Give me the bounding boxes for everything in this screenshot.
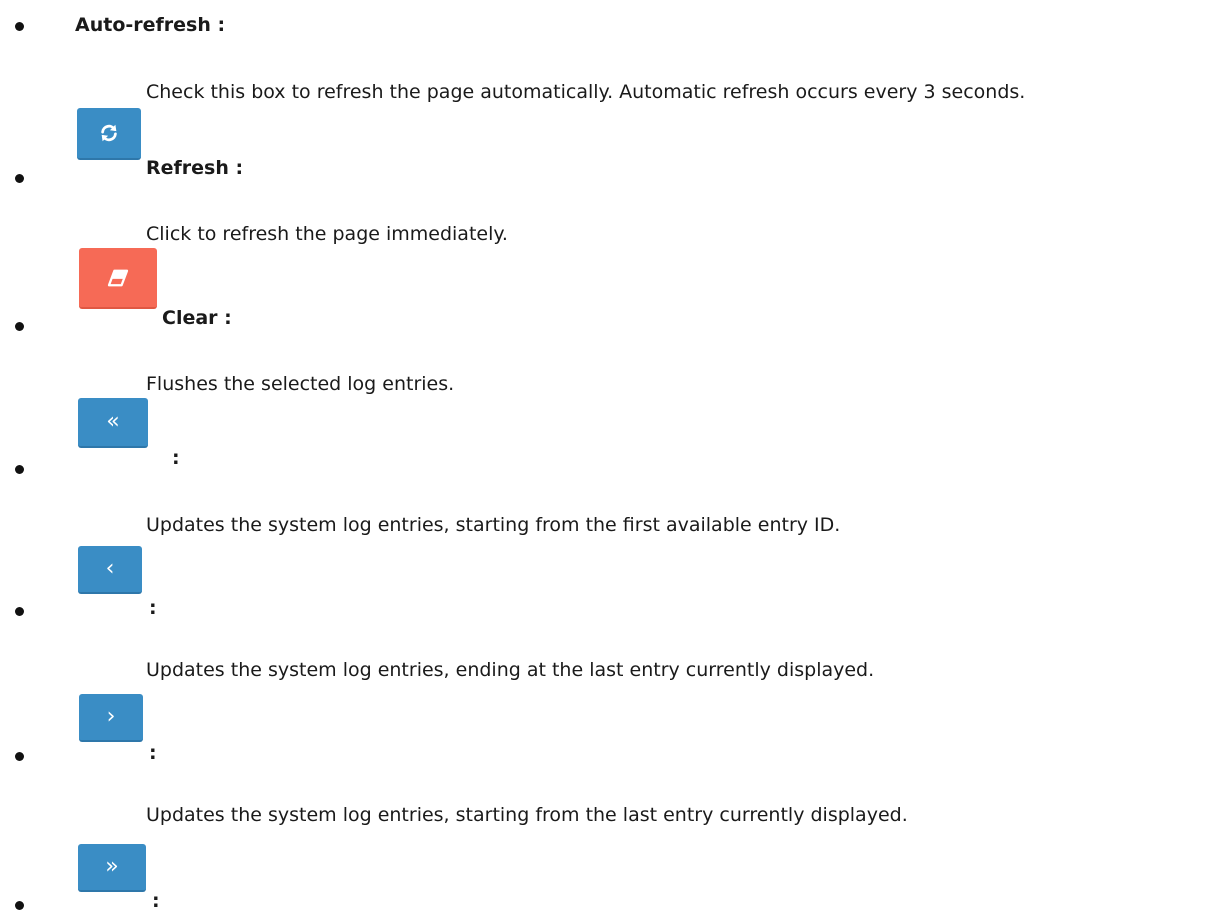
clear-description: Flushes the selected log entries. (146, 373, 455, 395)
bullet (15, 22, 24, 31)
previous-page-button[interactable]: ‹ (78, 546, 142, 594)
bullet (15, 607, 24, 616)
eraser-icon (107, 269, 129, 286)
bullet (15, 465, 24, 474)
chevron-left-icon: ‹ (105, 556, 115, 581)
previous-page-label: : (149, 597, 157, 619)
next-page-button[interactable]: › (79, 694, 143, 742)
double-chevron-right-icon: » (105, 854, 119, 879)
chevron-right-icon: › (106, 704, 116, 729)
next-page-label: : (149, 742, 157, 764)
clear-label: Clear : (162, 307, 232, 329)
refresh-description: Click to refresh the page immediately. (146, 223, 508, 245)
auto-refresh-description: Check this box to refresh the page autom… (146, 81, 1026, 103)
last-page-button[interactable]: » (78, 844, 146, 892)
bullet (15, 752, 24, 761)
bullet (15, 322, 24, 331)
next-page-description: Updates the system log entries, starting… (146, 804, 908, 826)
refresh-button[interactable] (77, 108, 141, 160)
first-page-button[interactable]: « (78, 398, 148, 448)
last-page-label: : (152, 890, 160, 912)
previous-page-description: Updates the system log entries, ending a… (146, 659, 875, 681)
first-page-description: Updates the system log entries, starting… (146, 514, 841, 536)
bullet (15, 901, 24, 910)
refresh-icon (101, 124, 117, 142)
auto-refresh-label: Auto-refresh : (75, 14, 226, 36)
double-chevron-left-icon: « (106, 409, 120, 434)
clear-button[interactable] (79, 248, 157, 309)
first-page-label: : (172, 447, 180, 469)
refresh-label: Refresh : (146, 157, 244, 179)
bullet (15, 174, 24, 183)
